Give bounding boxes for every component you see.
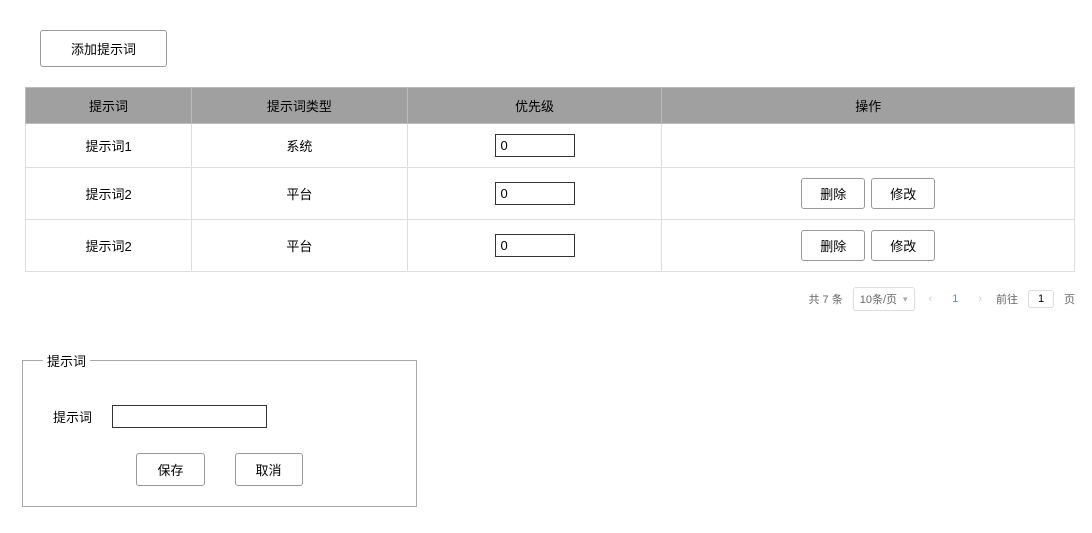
col-priority: 优先级 [407, 88, 662, 124]
priority-input[interactable] [495, 234, 575, 257]
cell-prompt: 提示词2 [26, 168, 192, 220]
cell-actions: 删除修改 [662, 220, 1075, 272]
prompt-table: 提示词 提示词类型 优先级 操作 提示词1系统提示词2平台删除修改提示词2平台删… [25, 87, 1075, 272]
edit-button[interactable]: 修改 [871, 178, 935, 209]
edit-button[interactable]: 修改 [871, 230, 935, 261]
priority-input[interactable] [495, 134, 575, 157]
page-suffix: 页 [1064, 291, 1075, 307]
table-row: 提示词1系统 [26, 124, 1075, 168]
cell-priority [407, 124, 662, 168]
cell-type: 平台 [192, 168, 407, 220]
goto-label: 前往 [996, 291, 1018, 307]
pagination: 共 7 条 10条/页 ▾ ‹ 1 › 前往 页 [25, 287, 1075, 311]
cell-priority [407, 168, 662, 220]
pagination-total: 共 7 条 [808, 291, 842, 307]
prev-page-button[interactable]: ‹ [925, 293, 937, 305]
prompt-form: 提示词 提示词 保存 取消 [22, 351, 417, 507]
chevron-down-icon: ▾ [903, 294, 908, 305]
delete-button[interactable]: 删除 [801, 230, 865, 261]
cell-priority [407, 220, 662, 272]
form-legend: 提示词 [43, 351, 90, 370]
cell-actions [662, 124, 1075, 168]
goto-page-input[interactable] [1028, 290, 1054, 308]
priority-input[interactable] [495, 182, 575, 205]
form-label-prompt: 提示词 [53, 407, 92, 426]
cell-prompt: 提示词1 [26, 124, 192, 168]
table-row: 提示词2平台 删除修改 [26, 168, 1075, 220]
cell-prompt: 提示词2 [26, 220, 192, 272]
prompt-input[interactable] [112, 405, 267, 428]
cell-actions: 删除修改 [662, 168, 1075, 220]
cell-type: 系统 [192, 124, 407, 168]
save-button[interactable]: 保存 [136, 453, 204, 486]
current-page[interactable]: 1 [946, 293, 964, 305]
cancel-button[interactable]: 取消 [235, 453, 303, 486]
add-prompt-button[interactable]: 添加提示词 [40, 30, 167, 67]
next-page-button[interactable]: › [974, 293, 986, 305]
cell-type: 平台 [192, 220, 407, 272]
page-size-select[interactable]: 10条/页 ▾ [853, 287, 915, 311]
col-actions: 操作 [662, 88, 1075, 124]
col-type: 提示词类型 [192, 88, 407, 124]
table-row: 提示词2平台 删除修改 [26, 220, 1075, 272]
col-prompt: 提示词 [26, 88, 192, 124]
delete-button[interactable]: 删除 [801, 178, 865, 209]
page-size-label: 10条/页 [860, 291, 897, 307]
